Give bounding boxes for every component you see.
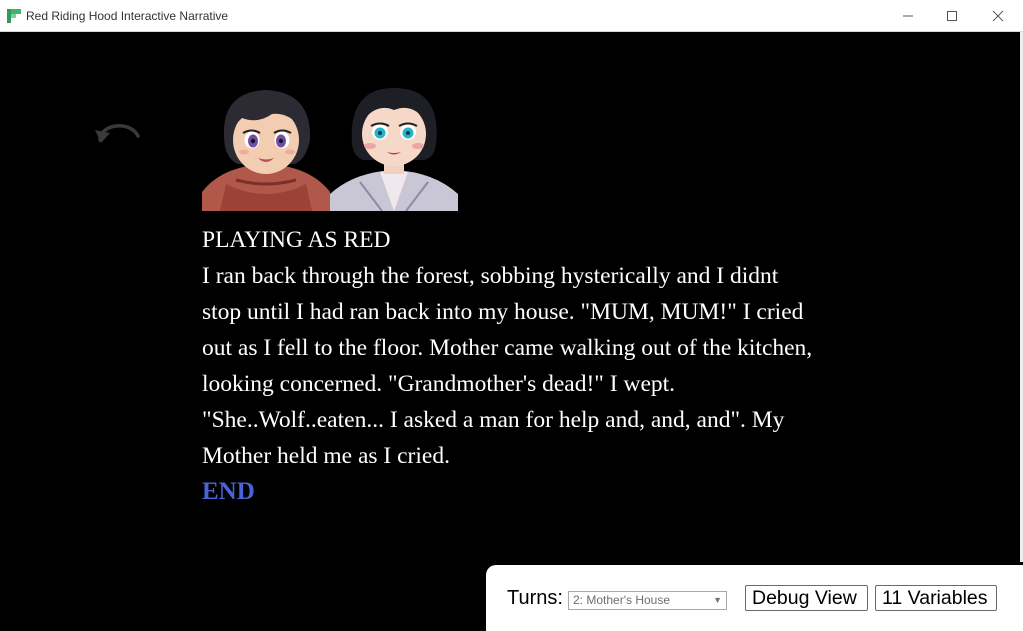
maximize-button[interactable] [929,0,975,32]
minimize-button[interactable] [885,0,931,32]
variables-button[interactable]: 11 Variables [875,585,997,611]
turns-label: Turns: [507,587,563,609]
close-button[interactable] [975,0,1021,32]
red-portrait [202,84,330,211]
story-text: I ran back through the forest, sobbing h… [202,263,813,469]
maximize-icon [947,11,957,21]
minimize-icon [903,15,913,17]
debug-view-button[interactable]: Debug View [745,585,868,611]
story-passage: PLAYING AS RED I ran back through the fo… [202,222,822,510]
turns-selected-value: 2: Mother's House [573,593,671,607]
mother-portrait [330,84,458,211]
control-panel: Turns: 2: Mother's House ▼ Debug View 11… [486,565,1023,631]
window-title-bar: Red Riding Hood Interactive Narrative [0,0,1023,32]
app-logo-icon [7,9,21,23]
character-portraits [202,84,458,211]
dropdown-arrow-icon: ▼ [713,595,722,605]
end-link[interactable]: END [202,474,822,510]
undo-icon[interactable] [92,114,144,150]
window-title: Red Riding Hood Interactive Narrative [26,9,229,23]
player-heading: PLAYING AS RED [202,227,391,253]
turns-dropdown[interactable]: 2: Mother's House ▼ [568,591,727,610]
close-icon [992,10,1004,22]
